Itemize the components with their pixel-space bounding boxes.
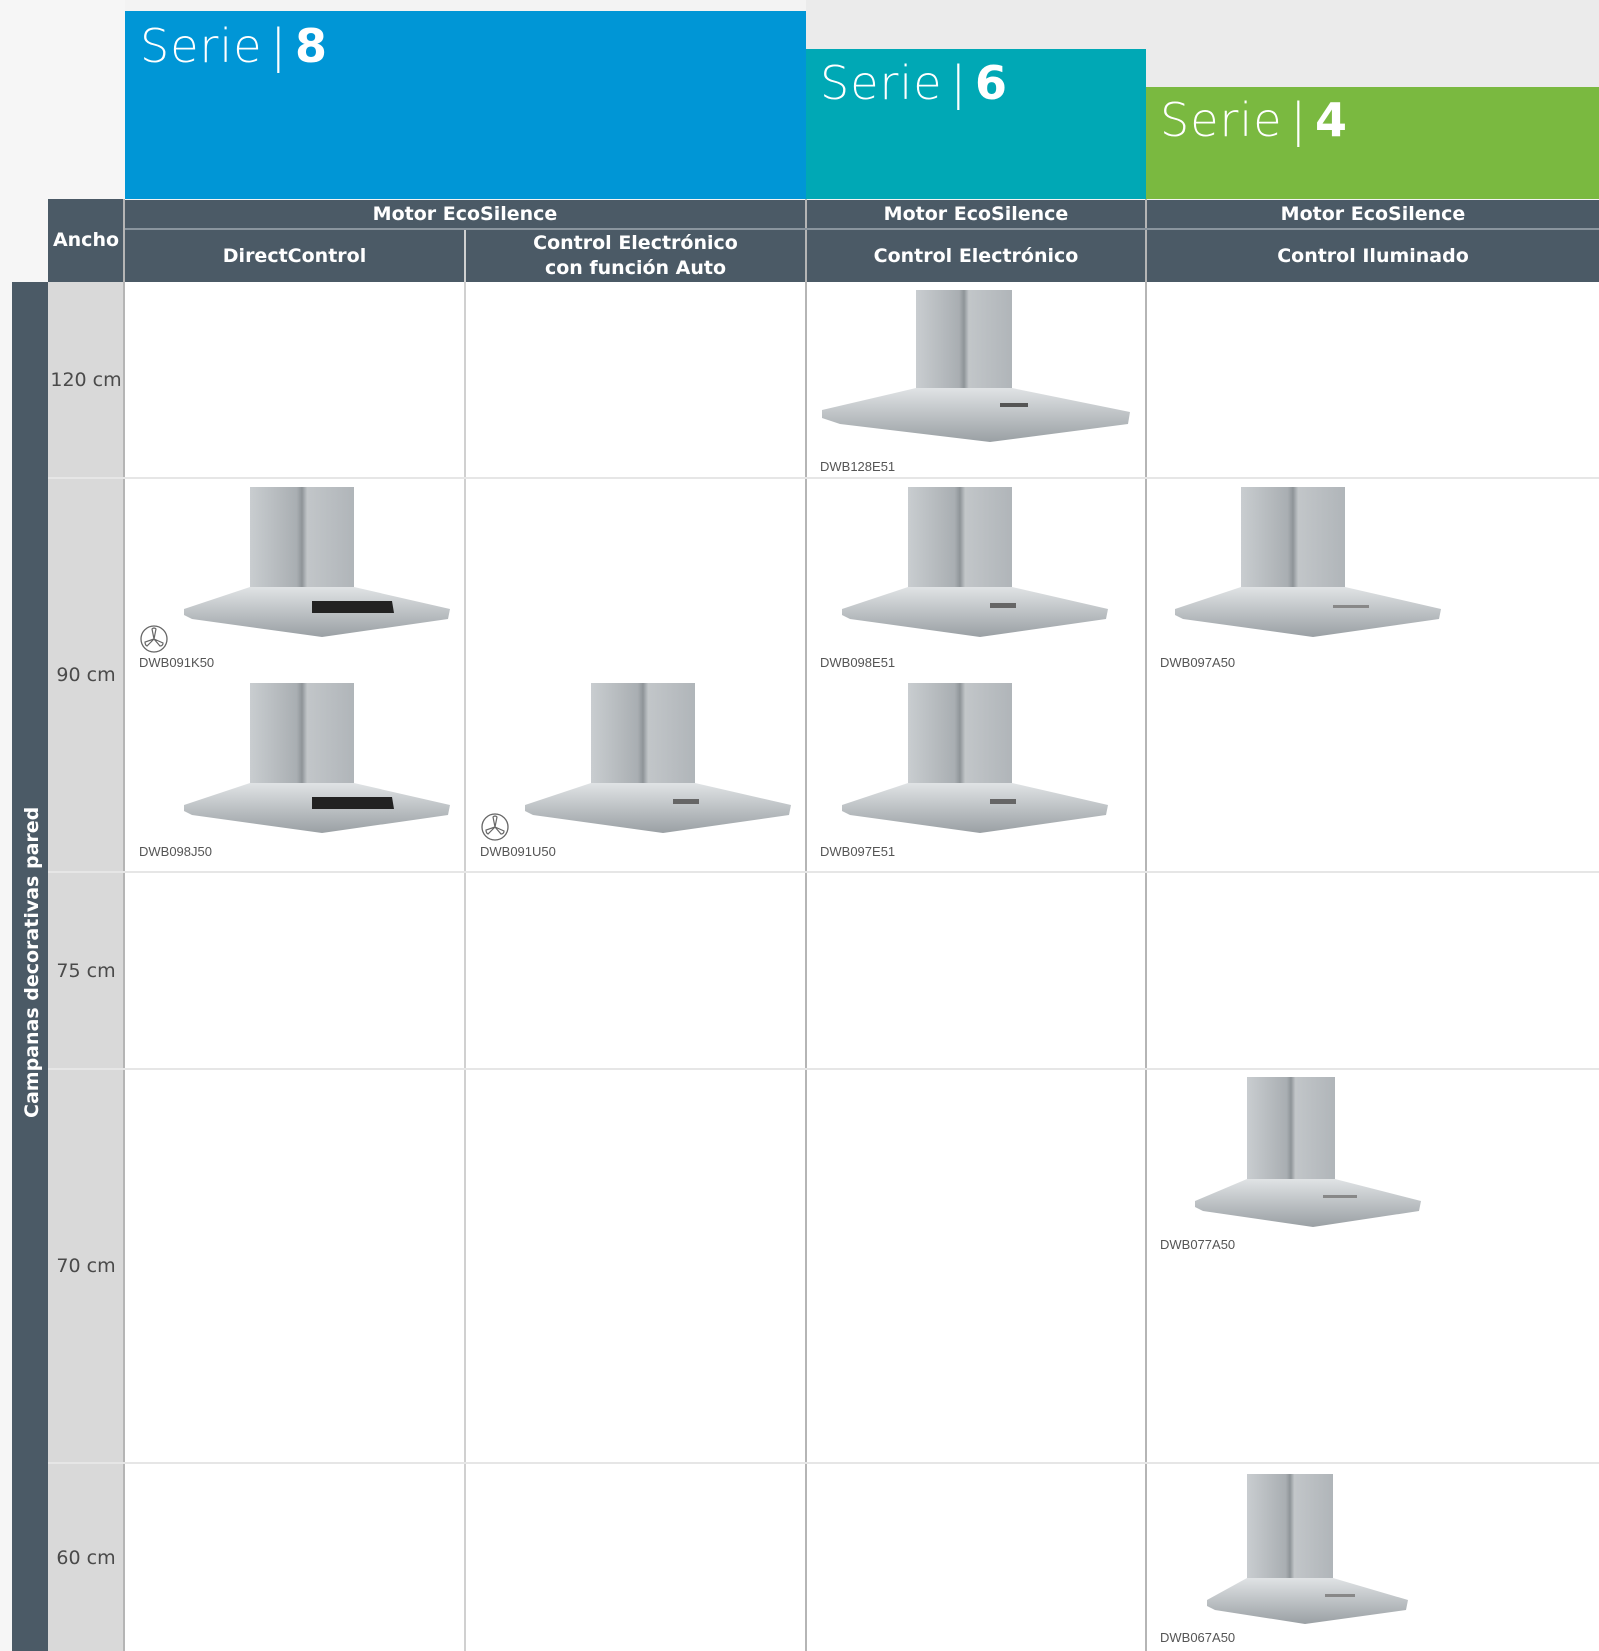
control-header-directcontrol: DirectControl [125, 230, 464, 282]
hood-icon [184, 683, 450, 833]
serie-6-word: Serie [820, 56, 943, 110]
serie-4-separator: | [1290, 93, 1307, 147]
model-label: DWB128E51 [820, 459, 896, 474]
width-header: Ancho [48, 199, 124, 282]
motor-header-serie-6: Motor EcoSilence [807, 200, 1145, 228]
serie-8-separator: | [270, 19, 287, 73]
hood-icon [184, 487, 450, 637]
serie-4-number: 4 [1315, 93, 1349, 147]
model-label: DWB098J50 [139, 844, 212, 859]
width-90: 90 cm [48, 479, 124, 871]
control-header-illuminated: Control Iluminado [1147, 230, 1599, 282]
control-header-electronic: Control Electrónico [807, 230, 1145, 282]
model-label: DWB091K50 [139, 655, 215, 670]
width-70: 70 cm [48, 1070, 124, 1462]
hood-icon [1195, 1077, 1421, 1227]
fan-icon [140, 625, 168, 653]
hood-icon [525, 683, 791, 833]
model-label: DWB097A50 [1160, 655, 1236, 670]
serie-4-word: Serie [1160, 93, 1283, 147]
hood-icon [1207, 1474, 1408, 1624]
serie-6-band: Serie | 6 [806, 49, 1146, 199]
row-divider [48, 871, 1599, 873]
model-label: DWB067A50 [1160, 1630, 1236, 1645]
serie-8-number: 8 [295, 19, 329, 73]
model-label: DWB098E51 [820, 655, 896, 670]
serie-8-band: Serie | 8 [125, 11, 806, 199]
column-divider [805, 199, 807, 1651]
width-75: 75 cm [48, 873, 124, 1068]
control-header-electronic-auto: Control Electrónico con función Auto [466, 230, 805, 282]
column-divider [123, 199, 125, 1651]
fan-icon [481, 813, 509, 841]
model-label: DWB077A50 [1160, 1237, 1236, 1252]
serie-6-number: 6 [975, 56, 1009, 110]
motor-header-serie-8: Motor EcoSilence [125, 200, 805, 228]
category-label: Campanas decorativas pared [21, 806, 43, 1118]
width-60: 60 cm [48, 1464, 124, 1651]
hood-icon [842, 487, 1108, 637]
hood-icon [842, 683, 1108, 833]
serie-8-word: Serie [140, 19, 263, 73]
row-divider [48, 477, 1599, 479]
row-divider [48, 1462, 1599, 1464]
serie-4-band: Serie | 4 [1146, 87, 1599, 199]
column-divider [464, 230, 466, 1651]
serie-6-separator: | [950, 56, 967, 110]
column-divider [1145, 199, 1147, 1651]
model-label: DWB091U50 [480, 844, 556, 859]
width-120: 120 cm [48, 282, 124, 477]
row-divider [48, 1068, 1599, 1070]
hood-icon [822, 290, 1130, 442]
hood-icon [1175, 487, 1441, 637]
header-divider [125, 228, 1599, 230]
motor-header-serie-4: Motor EcoSilence [1147, 200, 1599, 228]
model-label: DWB097E51 [820, 844, 896, 859]
